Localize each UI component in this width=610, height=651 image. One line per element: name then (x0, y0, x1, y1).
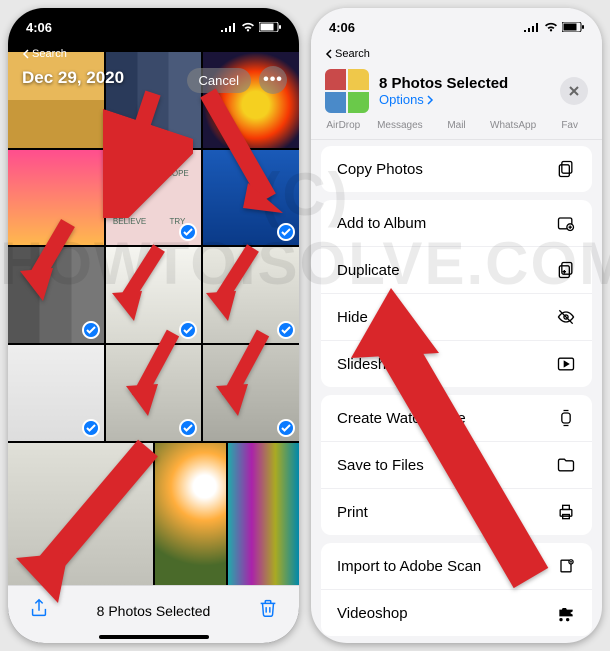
status-time: 4:06 (26, 20, 52, 35)
share-target[interactable]: WhatsApp (485, 120, 542, 131)
share-target[interactable]: Fav (541, 120, 598, 131)
back-to-search[interactable]: Search (22, 48, 67, 60)
selected-checkmark-icon (277, 419, 295, 437)
phone-share-sheet: 4:06 Search 8 Photos Selected Options Ai… (311, 8, 602, 643)
share-target[interactable]: Mail (428, 120, 485, 131)
photos-scroll-area[interactable]: DREAM HOPE BELIEVE TRY (8, 8, 299, 585)
action-label: Save to Files (337, 457, 424, 474)
photo-thumb[interactable] (203, 345, 299, 441)
action-label: Slideshow (337, 356, 405, 373)
share-sheet-header: 8 Photos Selected Options (311, 63, 602, 123)
selected-checkmark-icon (179, 419, 197, 437)
share-target[interactable]: AirDrop (315, 120, 372, 131)
action-label: Duplicate (337, 262, 400, 279)
tile-text: DREAM (106, 150, 154, 198)
photo-thumb[interactable] (106, 247, 202, 343)
tile-text: BELIEVE (106, 198, 154, 246)
selected-checkmark-icon (179, 321, 197, 339)
selected-checkmark-icon (277, 223, 295, 241)
status-bar: 4:06 (311, 8, 602, 46)
options-button[interactable]: Options (379, 92, 550, 107)
share-icon (28, 597, 50, 619)
selected-checkmark-icon (82, 321, 100, 339)
photo-thumb[interactable] (203, 150, 299, 246)
selected-checkmark-icon (277, 321, 295, 339)
camera-icon (556, 603, 576, 623)
photo-thumb[interactable] (8, 52, 104, 148)
action-label: Create Watch Face (337, 410, 466, 427)
selection-preview (325, 69, 369, 113)
more-button[interactable]: ••• (259, 66, 287, 94)
photo-thumb[interactable] (8, 150, 104, 246)
status-indicators (524, 22, 584, 32)
action-add-to-album[interactable]: Add to Album (321, 200, 592, 247)
action-label: Print (337, 504, 368, 521)
photo-thumb[interactable] (106, 345, 202, 441)
hide-icon (556, 307, 576, 327)
wifi-icon (241, 22, 255, 32)
folder-icon (556, 455, 576, 475)
action-label: Hide (337, 309, 368, 326)
signal-icon (524, 22, 540, 32)
status-bar: 4:06 (8, 8, 299, 46)
action-print[interactable]: Print (321, 489, 592, 535)
selected-checkmark-icon (82, 419, 100, 437)
action-create-watch-face[interactable]: Create Watch Face (321, 395, 592, 442)
status-time: 4:06 (329, 20, 355, 35)
chevron-right-icon (426, 95, 434, 105)
home-indicator[interactable] (99, 635, 209, 639)
action-hide[interactable]: Hide (321, 294, 592, 341)
battery-icon (259, 22, 281, 32)
action-label: Import to Adobe Scan (337, 558, 481, 575)
back-label: Search (32, 48, 67, 60)
photo-thumb[interactable] (228, 443, 299, 585)
action-import-adobe-scan[interactable]: Import to Adobe Scan (321, 543, 592, 590)
action-label: Copy Photos (337, 161, 423, 178)
tile-text: HOPE (154, 150, 202, 198)
selected-count-label: 8 Photos Selected (97, 603, 211, 619)
photo-grid: DREAM HOPE BELIEVE TRY (8, 52, 299, 585)
action-duplicate[interactable]: Duplicate (321, 247, 592, 294)
wifi-icon (544, 22, 558, 32)
action-save-to-files[interactable]: Save to Files (321, 442, 592, 489)
back-to-search[interactable]: Search (325, 48, 370, 60)
share-button[interactable] (28, 597, 50, 624)
close-button[interactable] (560, 77, 588, 105)
share-target[interactable]: Messages (372, 120, 429, 131)
action-slideshow[interactable]: Slideshow (321, 341, 592, 387)
duplicate-icon (556, 260, 576, 280)
photo-thumb[interactable] (203, 247, 299, 343)
photo-thumb[interactable] (8, 345, 104, 441)
play-icon (556, 354, 576, 374)
photo-thumb[interactable] (155, 443, 226, 585)
printer-icon (556, 502, 576, 522)
share-action-list[interactable]: Copy Photos Add to Album Duplicate Hide … (321, 146, 592, 637)
sheet-title: 8 Photos Selected (379, 75, 550, 92)
trash-icon (257, 597, 279, 619)
chevron-left-icon (22, 49, 30, 59)
action-label: Videoshop (337, 605, 408, 622)
cancel-button[interactable]: Cancel (187, 68, 251, 93)
photo-thumb[interactable] (8, 247, 104, 343)
signal-icon (221, 22, 237, 32)
album-add-icon (556, 213, 576, 233)
watch-icon (556, 408, 576, 428)
back-label: Search (335, 48, 370, 60)
phone-photos-grid: 4:06 Search DREAM HOPE BELIEVE TRY (8, 8, 299, 643)
status-indicators (221, 22, 281, 32)
close-icon (568, 85, 580, 97)
action-videoshop[interactable]: Videoshop (321, 590, 592, 636)
action-label: Add to Album (337, 215, 426, 232)
battery-icon (562, 22, 584, 32)
options-label: Options (379, 92, 424, 107)
photo-thumb[interactable] (8, 443, 153, 585)
chevron-left-icon (325, 49, 333, 59)
share-targets-row[interactable]: AirDrop Messages Mail WhatsApp Fav (311, 120, 602, 140)
date-header: Dec 29, 2020 (22, 68, 124, 88)
delete-button[interactable] (257, 597, 279, 624)
copy-icon (556, 159, 576, 179)
photo-thumb[interactable]: DREAM HOPE BELIEVE TRY (106, 150, 202, 246)
action-copy-photos[interactable]: Copy Photos (321, 146, 592, 192)
scan-icon (556, 556, 576, 576)
